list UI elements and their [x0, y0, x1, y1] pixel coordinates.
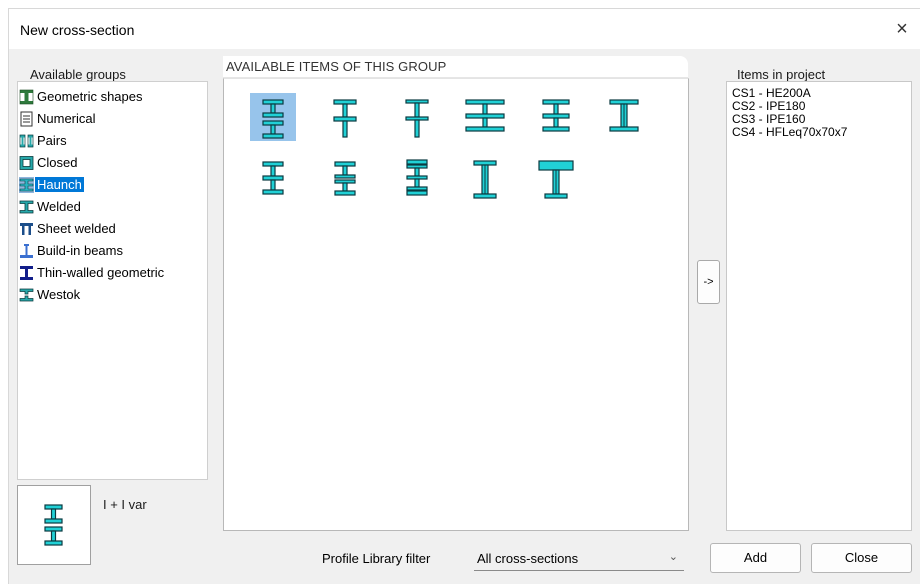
dialog-title: New cross-section [20, 22, 135, 38]
haunch-item-5[interactable] [533, 93, 579, 141]
group-item-thin-walled-geometric[interactable]: Thin-walled geometric [19, 262, 167, 283]
group-item-geometric-shapes[interactable]: Geometric shapes [19, 86, 146, 107]
close-icon[interactable]: × [887, 16, 917, 42]
haunch-profile-7-icon [262, 161, 284, 195]
group-item-label: Geometric shapes [37, 89, 143, 104]
groups-list[interactable]: Geometric shapes Numerical Pairs Closed … [17, 81, 208, 480]
build-in-beams-icon [19, 243, 34, 259]
add-button[interactable]: Add [710, 543, 801, 573]
haunch-profile-9-icon [406, 159, 428, 196]
group-item-label: Westok [37, 287, 81, 302]
haunch-profile-6-icon [609, 99, 639, 132]
title-bar: New cross-section × [9, 9, 920, 49]
haunch-item-9[interactable] [394, 159, 440, 207]
haunch-item-11[interactable] [533, 159, 579, 207]
haunch-profile-11-icon [538, 160, 574, 199]
group-item-label: Thin-walled geometric [37, 265, 165, 280]
profile-preview [17, 485, 91, 565]
haunch-profile-3-icon [405, 99, 429, 138]
closed-icon [19, 155, 34, 171]
group-item-label: Sheet welded [37, 221, 116, 236]
thin-walled-geometric-icon [19, 265, 34, 281]
group-item-westok[interactable]: Westok [19, 284, 83, 305]
project-item[interactable]: CS4 - HFLeq70x70x7 [732, 125, 847, 139]
westok-icon [19, 287, 34, 303]
numerical-icon [19, 111, 34, 127]
group-item-sheet-welded[interactable]: Sheet welded [19, 218, 119, 239]
haunch-profile-2-icon [333, 99, 357, 138]
welded-icon [19, 199, 34, 215]
project-item[interactable]: CS3 - IPE160 [732, 112, 805, 126]
haunch-item-2[interactable] [322, 93, 368, 141]
haunch-item-4[interactable] [462, 93, 508, 141]
haunch-item-8[interactable] [322, 159, 368, 207]
items-in-project-label: Items in project [737, 67, 826, 82]
profile-library-filter-label: Profile Library filter [322, 551, 431, 566]
haunch-profile-5-icon [542, 99, 570, 132]
group-item-pairs[interactable]: Pairs [19, 130, 70, 151]
i-plus-i-var-icon [44, 504, 63, 546]
preview-label: I + I var [103, 497, 147, 512]
items-grid[interactable] [223, 78, 689, 531]
group-item-welded[interactable]: Welded [19, 196, 84, 217]
haunch-item-6[interactable] [601, 93, 647, 141]
background-strip-left [0, 0, 8, 583]
group-item-label: Pairs [37, 133, 67, 148]
items-group-label: AVAILABLE ITEMS OF THIS GROUP [226, 59, 447, 74]
group-item-label: Haunch [35, 177, 84, 192]
sheet-welded-icon [19, 221, 34, 237]
pairs-icon [19, 133, 34, 149]
group-item-haunch[interactable]: Haunch [19, 174, 87, 195]
project-item[interactable]: CS2 - IPE180 [732, 99, 805, 113]
haunch-item-3[interactable] [394, 93, 440, 141]
group-item-label: Numerical [37, 111, 96, 126]
project-item[interactable]: CS1 - HE200A [732, 86, 811, 100]
project-items-list[interactable]: CS1 - HE200A CS2 - IPE180 CS3 - IPE160 C… [726, 81, 912, 531]
background-strip-top [0, 0, 920, 8]
haunch-item-7[interactable] [250, 159, 296, 207]
filter-selected-value: All cross-sections [477, 551, 579, 566]
haunch-item-1[interactable] [250, 93, 296, 141]
group-item-label: Closed [37, 155, 78, 170]
group-item-label: Welded [37, 199, 81, 214]
haunch-profile-8-icon [334, 161, 356, 196]
haunch-item-10[interactable] [462, 159, 508, 207]
haunch-profile-4-icon [465, 99, 505, 132]
haunch-profile-10-icon [473, 160, 497, 199]
available-groups-label: Available groups [30, 67, 126, 82]
geometric-shapes-icon [19, 89, 34, 105]
close-button[interactable]: Close [811, 543, 912, 573]
group-item-label: Build-in beams [37, 243, 123, 258]
add-to-project-arrow-button[interactable]: -> [697, 260, 720, 304]
chevron-down-icon: ⌄ [668, 551, 678, 563]
group-item-numerical[interactable]: Numerical [19, 108, 99, 129]
haunch-profile-1-icon [262, 99, 284, 139]
profile-library-filter-select[interactable]: All cross-sections ⌄ [474, 545, 684, 571]
group-item-build-in-beams[interactable]: Build-in beams [19, 240, 126, 261]
group-item-closed[interactable]: Closed [19, 152, 80, 173]
haunch-icon [19, 176, 34, 193]
